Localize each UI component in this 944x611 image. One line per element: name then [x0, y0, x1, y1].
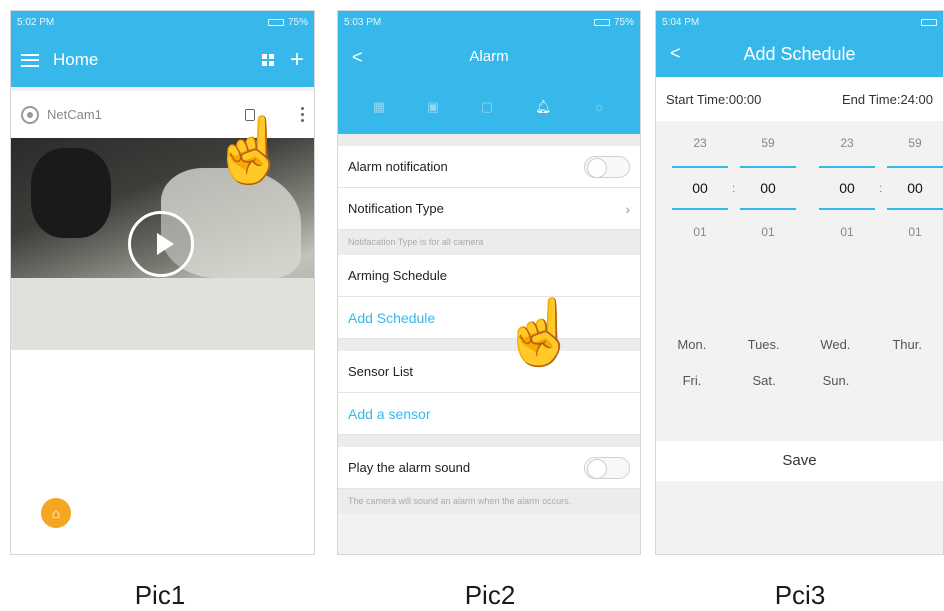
status-bar: 5:04 PM — [656, 11, 943, 33]
time-picker[interactable]: 23 00 01 : 59 00 01 23 00 01 : 59 00 01 — [656, 121, 943, 257]
picker-value: 01 — [693, 225, 707, 239]
tab-video-icon[interactable]: ▣ — [427, 99, 439, 115]
sensor-list-label: Sensor List — [348, 364, 414, 379]
camera-list-area: ⌂ — [11, 350, 314, 554]
day-sat[interactable]: Sat. — [728, 373, 800, 388]
home-button[interactable]: ⌂ — [41, 498, 71, 528]
status-time: 5:02 PM — [17, 16, 55, 28]
notification-type-label: Notification Type — [348, 201, 444, 216]
sensor-list-row: Sensor List — [338, 351, 640, 393]
add-schedule-label: Add Schedule — [348, 309, 436, 326]
tab-storage-icon[interactable]: ▢ — [481, 99, 493, 115]
alarm-sound-note: The camera will sound an alarm when the … — [338, 489, 640, 514]
back-icon[interactable]: < — [352, 47, 363, 68]
tab-general-icon[interactable]: ▦ — [373, 99, 385, 115]
notification-type-note: Notifacation Type is for all camera — [338, 230, 640, 255]
status-battery: 75% — [613, 16, 634, 28]
phone-screen-add-schedule: 5:04 PM < Add Schedule Start Time:00:00 … — [655, 10, 944, 555]
page-title: Home — [53, 50, 99, 69]
pointing-hand-icon: ☝ — [500, 296, 580, 368]
back-icon[interactable]: < — [670, 43, 681, 64]
play-alarm-sound-toggle[interactable] — [584, 456, 630, 479]
tab-light-icon[interactable]: ☼ — [593, 99, 605, 115]
end-hour-picker[interactable]: 23 00 01 — [819, 121, 875, 255]
status-bar: 5:03 PM 75% — [338, 11, 640, 33]
more-options-icon[interactable] — [301, 107, 304, 122]
add-schedule-button[interactable]: Add Schedule — [338, 297, 640, 339]
alarm-app-bar: < Alarm ▦ ▣ ▢ 🔔︎ ☼ — [338, 33, 640, 134]
weekday-selector: Mon. Tues. Wed. Thur. Fri. Sat. Sun. — [656, 326, 943, 398]
play-alarm-sound-row: Play the alarm sound — [338, 447, 640, 489]
play-alarm-sound-label: Play the alarm sound — [348, 460, 471, 475]
home-app-bar: Home + — [11, 33, 314, 87]
day-mon[interactable]: Mon. — [656, 337, 728, 352]
add-sensor-button[interactable]: Add a sensor — [338, 393, 640, 435]
picker-separator: : — [732, 181, 736, 195]
picker-value: 01 — [908, 225, 922, 239]
battery-icon — [267, 18, 284, 26]
phone-screen-alarm: 5:03 PM 75% < Alarm ▦ ▣ ▢ 🔔︎ ☼ Alarm not… — [337, 10, 641, 555]
picker-separator: : — [879, 181, 883, 195]
phone-screen-home: 5:02 PM 75% Home + NetCam1 ⌂ — [10, 10, 315, 555]
alarm-notification-row: Alarm notification — [338, 146, 640, 188]
save-button[interactable]: Save — [656, 441, 943, 481]
start-time-label: Start Time:00:00 — [666, 91, 762, 107]
time-range-summary: Start Time:00:00 End Time:24:00 — [656, 77, 943, 121]
chevron-right-icon: › — [625, 200, 630, 217]
menu-icon[interactable] — [21, 53, 39, 67]
day-wed[interactable]: Wed. — [800, 337, 872, 352]
notification-type-row[interactable]: Notification Type › — [338, 188, 640, 230]
day-sun[interactable]: Sun. — [800, 373, 872, 388]
battery-icon — [593, 18, 610, 26]
picker-value: 59 — [908, 136, 922, 150]
status-time: 5:04 PM — [662, 16, 700, 28]
pointing-hand-icon: ☝ — [210, 114, 290, 186]
battery-icon — [921, 18, 937, 26]
grid-view-icon[interactable] — [261, 54, 274, 66]
day-tue[interactable]: Tues. — [728, 337, 800, 352]
start-minute-picker[interactable]: 59 00 01 — [740, 121, 796, 255]
page-title: Alarm — [469, 48, 509, 65]
picker-value: 01 — [761, 225, 775, 239]
day-thu[interactable]: Thur. — [871, 337, 943, 352]
arming-schedule-label: Arming Schedule — [348, 268, 447, 283]
settings-tabs: ▦ ▣ ▢ 🔔︎ ☼ — [338, 99, 640, 115]
end-minute-picker[interactable]: 59 00 01 — [887, 121, 943, 255]
day-fri[interactable]: Fri. — [656, 373, 728, 388]
picker-selected-value: 00 — [819, 166, 875, 210]
play-icon[interactable] — [128, 211, 194, 277]
status-bar: 5:02 PM 75% — [11, 11, 314, 33]
arming-schedule-row: Arming Schedule — [338, 255, 640, 297]
picker-selected-value: 00 — [740, 166, 796, 210]
page-title: Add Schedule — [743, 44, 856, 64]
camera-icon — [21, 105, 39, 124]
alarm-notification-toggle[interactable] — [584, 155, 630, 178]
picker-value: 23 — [840, 136, 854, 150]
caption-pic1: Pic1 — [134, 580, 186, 610]
end-time-label: End Time:24:00 — [841, 91, 933, 107]
add-sensor-label: Add a sensor — [348, 405, 431, 422]
picker-value: 59 — [761, 136, 775, 150]
start-hour-picker[interactable]: 23 00 01 — [672, 121, 728, 255]
caption-pic3: Pci3 — [774, 580, 826, 610]
picker-value: 23 — [693, 136, 707, 150]
caption-pic2: Pic2 — [464, 580, 516, 610]
picker-value: 01 — [840, 225, 854, 239]
schedule-app-bar: < Add Schedule — [656, 33, 943, 77]
status-time: 5:03 PM — [344, 16, 382, 28]
picker-selected-value: 00 — [887, 166, 943, 210]
alarm-notification-label: Alarm notification — [348, 159, 448, 174]
status-battery: 75% — [287, 16, 308, 28]
tab-alarm-bell-icon[interactable]: 🔔︎ — [535, 99, 552, 115]
add-camera-icon[interactable]: + — [290, 48, 304, 72]
picker-selected-value: 00 — [672, 166, 728, 210]
